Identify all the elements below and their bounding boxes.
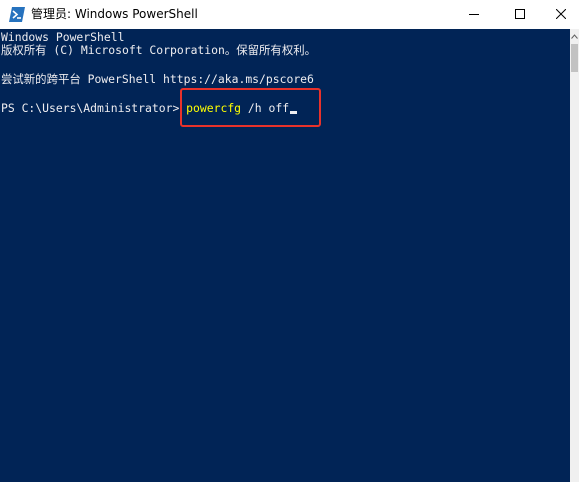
console-line-copyright: 版权所有 (C) Microsoft Corporation。保留所有权利。 xyxy=(1,43,316,57)
scrollbar-thumb[interactable] xyxy=(571,44,578,72)
console-line-pscore-tip: 尝试新的跨平台 PowerShell https://aka.ms/pscore… xyxy=(1,72,314,86)
powershell-icon[interactable] xyxy=(9,7,25,22)
close-button[interactable] xyxy=(543,0,579,29)
command-highlight-box xyxy=(180,88,321,127)
minimize-icon xyxy=(469,8,479,22)
scroll-up-icon[interactable] xyxy=(570,29,579,44)
maximize-icon xyxy=(515,8,525,22)
window-title: 管理员: Windows PowerShell xyxy=(31,7,198,21)
minimize-button[interactable] xyxy=(451,0,497,29)
close-icon xyxy=(555,8,567,22)
title-bar[interactable]: 管理员: Windows PowerShell xyxy=(0,0,579,29)
powershell-window: 管理员: Windows PowerShell Windows PowerShe… xyxy=(0,0,579,482)
maximize-button[interactable] xyxy=(497,0,543,29)
vertical-scrollbar[interactable] xyxy=(570,29,579,482)
prompt-text: PS C:\Users\Administrator> xyxy=(1,101,187,115)
